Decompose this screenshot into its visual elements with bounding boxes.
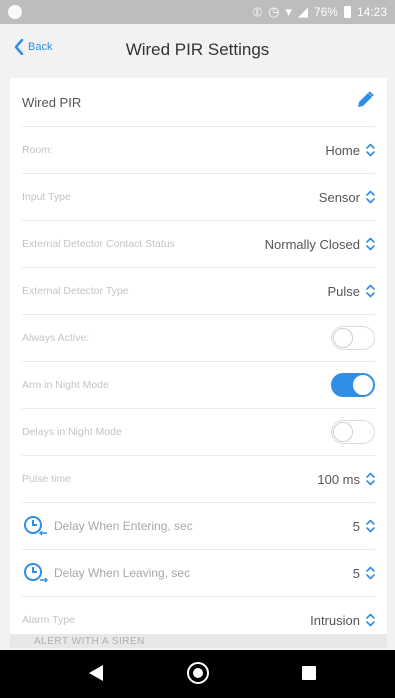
alarm-type-value: Intrusion: [310, 612, 360, 628]
always-active-label: Always Active:: [22, 332, 90, 344]
pencil-icon[interactable]: [355, 90, 375, 115]
signal-icon: ◢: [297, 4, 308, 19]
settings-list: Wired PIR Room: Home Input Type Sensor E…: [10, 78, 387, 648]
timer-leave-icon: [22, 561, 48, 585]
toggle-knob: [333, 328, 353, 348]
up-down-chevron-icon: [366, 613, 375, 627]
header: Back Wired PIR Settings: [0, 24, 395, 76]
arm-night-toggle[interactable]: [331, 373, 375, 397]
delay-entering-label: Delay When Entering, sec: [54, 519, 193, 533]
notification-icon: [8, 5, 22, 19]
delay-leaving-row[interactable]: Delay When Leaving, sec 5: [22, 550, 375, 597]
battery-percent: 76%: [313, 5, 338, 19]
status-icons: ⦶ ◷ ▾ ◢ 76% 14:23: [252, 4, 387, 20]
room-label: Room:: [22, 144, 53, 156]
battery-icon: [343, 6, 351, 18]
vibrate-icon: ⦶: [252, 4, 263, 19]
nav-back-icon[interactable]: [88, 664, 104, 687]
detector-type-row[interactable]: External Detector Type Pulse: [22, 268, 375, 315]
up-down-chevron-icon: [366, 284, 375, 298]
delay-leaving-value: 5: [352, 565, 360, 581]
alarm-icon: ◷: [268, 4, 280, 19]
delay-entering-value: 5: [352, 518, 360, 534]
pulse-time-value: 100 ms: [317, 471, 360, 487]
contact-status-value: Normally Closed: [264, 236, 360, 252]
alarm-type-label: Alarm Type: [22, 614, 75, 626]
timer-enter-icon: [22, 514, 48, 538]
delays-night-label: Delays in Night Mode: [22, 426, 122, 438]
delay-entering-row[interactable]: Delay When Entering, sec 5: [22, 503, 375, 550]
room-value: Home: [325, 142, 360, 158]
system-nav-bar: [0, 650, 395, 698]
section-header: ALERT WITH A SIREN: [10, 634, 387, 648]
toggle-knob: [353, 375, 373, 395]
up-down-chevron-icon: [366, 190, 375, 204]
detector-type-label: External Detector Type: [22, 285, 129, 297]
nav-home-icon[interactable]: [187, 662, 209, 684]
delays-night-row: Delays in Night Mode: [22, 409, 375, 456]
wifi-icon: ▾: [285, 4, 292, 19]
delays-night-toggle[interactable]: [331, 420, 375, 444]
section-label: ALERT WITH A SIREN: [34, 636, 145, 647]
arm-night-row: Arm in Night Mode: [22, 362, 375, 409]
pulse-time-label: Pulse time: [22, 473, 72, 485]
page-title: Wired PIR Settings: [125, 40, 270, 59]
clock: 14:23: [356, 5, 387, 19]
delay-leaving-label: Delay When Leaving, sec: [54, 566, 191, 580]
input-type-label: Input Type: [22, 191, 71, 203]
up-down-chevron-icon: [366, 519, 375, 533]
always-active-toggle[interactable]: [331, 326, 375, 350]
contact-status-row[interactable]: External Detector Contact Status Normall…: [22, 221, 375, 268]
up-down-chevron-icon: [366, 143, 375, 157]
up-down-chevron-icon: [366, 472, 375, 486]
input-type-row[interactable]: Input Type Sensor: [22, 174, 375, 221]
contact-status-label: External Detector Contact Status: [22, 238, 175, 250]
device-name: Wired PIR: [22, 94, 82, 110]
arm-night-label: Arm in Night Mode: [22, 379, 109, 391]
nav-recent-icon[interactable]: [302, 666, 316, 680]
detector-type-value: Pulse: [327, 283, 360, 299]
up-down-chevron-icon: [366, 237, 375, 251]
device-name-row: Wired PIR: [22, 78, 375, 127]
input-type-value: Sensor: [318, 189, 360, 205]
toggle-knob: [333, 422, 353, 442]
up-down-chevron-icon: [366, 566, 375, 580]
pulse-time-row[interactable]: Pulse time 100 ms: [22, 456, 375, 503]
status-bar: ⦶ ◷ ▾ ◢ 76% 14:23: [0, 0, 395, 24]
room-row[interactable]: Room: Home: [22, 127, 375, 174]
always-active-row: Always Active:: [22, 315, 375, 362]
